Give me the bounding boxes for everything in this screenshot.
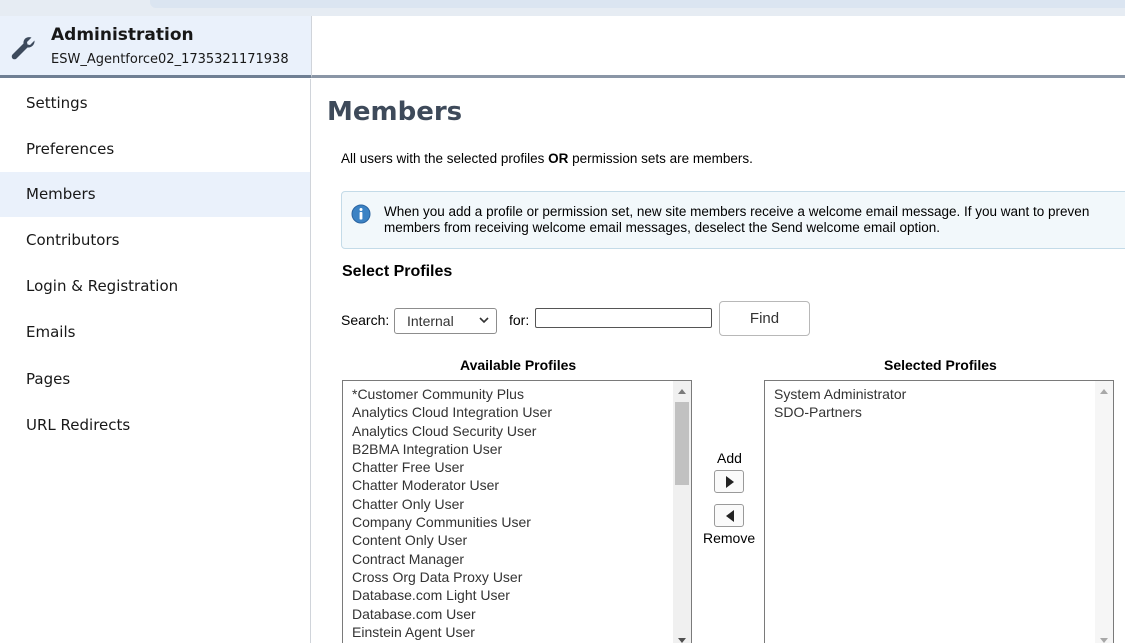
- list-item[interactable]: Chatter Only User: [352, 495, 552, 513]
- list-item[interactable]: B2BMA Integration User: [352, 440, 552, 458]
- app-header: Administration ESW_Agentforce02_17353211…: [0, 16, 311, 78]
- info-line-2: members from receiving welcome email mes…: [384, 220, 940, 235]
- sidebar-item-preferences[interactable]: Preferences: [0, 127, 310, 172]
- list-item[interactable]: Database.com User: [352, 605, 552, 623]
- list-item[interactable]: *Customer Community Plus: [352, 385, 552, 403]
- list-item[interactable]: Company Communities User: [352, 513, 552, 531]
- members-description: All users with the selected profiles OR …: [341, 151, 753, 166]
- sidebar-item-emails[interactable]: Emails: [0, 310, 310, 355]
- list-item[interactable]: Database.com Light User: [352, 586, 552, 604]
- available-scrollbar[interactable]: [673, 381, 691, 643]
- description-bold: OR: [548, 151, 569, 166]
- arrow-right-icon: [726, 476, 734, 488]
- for-label: for:: [509, 312, 530, 328]
- info-icon: [351, 204, 371, 224]
- add-button[interactable]: [714, 470, 744, 493]
- list-item[interactable]: Content Only User: [352, 531, 552, 549]
- sidebar-item-members[interactable]: Members: [0, 172, 310, 217]
- header-blank-area: [311, 16, 1125, 78]
- section-title: Select Profiles: [342, 263, 453, 280]
- list-item[interactable]: Chatter Moderator User: [352, 476, 552, 494]
- find-button[interactable]: Find: [719, 301, 810, 336]
- list-item[interactable]: Einstein Agent User: [352, 623, 552, 641]
- list-item[interactable]: Contract Manager: [352, 550, 552, 568]
- info-text: When you add a profile or permission set…: [384, 204, 1089, 236]
- search-input[interactable]: [535, 308, 712, 328]
- info-line-1: When you add a profile or permission set…: [384, 204, 1090, 219]
- scroll-up-icon[interactable]: [1095, 383, 1113, 400]
- list-item[interactable]: Analytics Cloud Security User: [352, 422, 552, 440]
- sidebar-item-pages[interactable]: Pages: [0, 357, 310, 402]
- remove-label: Remove: [703, 530, 756, 546]
- description-text-end: permission sets are members.: [568, 151, 753, 166]
- app-title: Administration: [51, 25, 194, 45]
- list-item[interactable]: System Administrator: [774, 385, 906, 403]
- sidebar-item-contributors[interactable]: Contributors: [0, 218, 310, 263]
- sidebar: Settings Preferences Members Contributor…: [0, 79, 311, 643]
- browser-top-strip: [0, 0, 1125, 16]
- sidebar-item-url-redirects[interactable]: URL Redirects: [0, 403, 310, 448]
- scroll-up-icon[interactable]: [673, 383, 691, 400]
- add-label: Add: [717, 450, 742, 466]
- selected-scrollbar[interactable]: [1095, 381, 1113, 643]
- chevron-down-icon: [479, 317, 489, 324]
- selected-profiles-list[interactable]: System Administrator SDO-Partners: [764, 380, 1114, 643]
- available-profiles-list[interactable]: *Customer Community Plus Analytics Cloud…: [342, 380, 692, 643]
- scroll-down-icon[interactable]: [673, 632, 691, 643]
- profile-type-select[interactable]: Internal: [394, 308, 497, 334]
- arrow-left-icon: [726, 510, 734, 522]
- selected-profiles-header: Selected Profiles: [884, 357, 997, 373]
- info-message: When you add a profile or permission set…: [341, 191, 1125, 249]
- remove-button[interactable]: [714, 504, 744, 527]
- browser-tab-bar: [150, 0, 1125, 8]
- list-item[interactable]: Cross Org Data Proxy User: [352, 568, 552, 586]
- site-name: ESW_Agentforce02_1735321171938: [51, 52, 289, 67]
- main-content: Members All users with the selected prof…: [312, 79, 1125, 643]
- scroll-thumb[interactable]: [675, 402, 689, 485]
- description-text: All users with the selected profiles: [341, 151, 549, 166]
- scroll-down-icon[interactable]: [1095, 632, 1113, 643]
- page-title: Members: [327, 97, 463, 127]
- list-item[interactable]: Chatter Free User: [352, 458, 552, 476]
- sidebar-item-login-registration[interactable]: Login & Registration: [0, 264, 310, 309]
- sidebar-item-settings[interactable]: Settings: [0, 81, 310, 126]
- available-profiles-header: Available Profiles: [460, 357, 577, 373]
- list-item[interactable]: Analytics Cloud Integration User: [352, 403, 552, 421]
- wrench-icon: [11, 37, 35, 60]
- search-label: Search:: [341, 312, 390, 328]
- select-value: Internal: [407, 313, 454, 329]
- list-item[interactable]: SDO-Partners: [774, 403, 906, 421]
